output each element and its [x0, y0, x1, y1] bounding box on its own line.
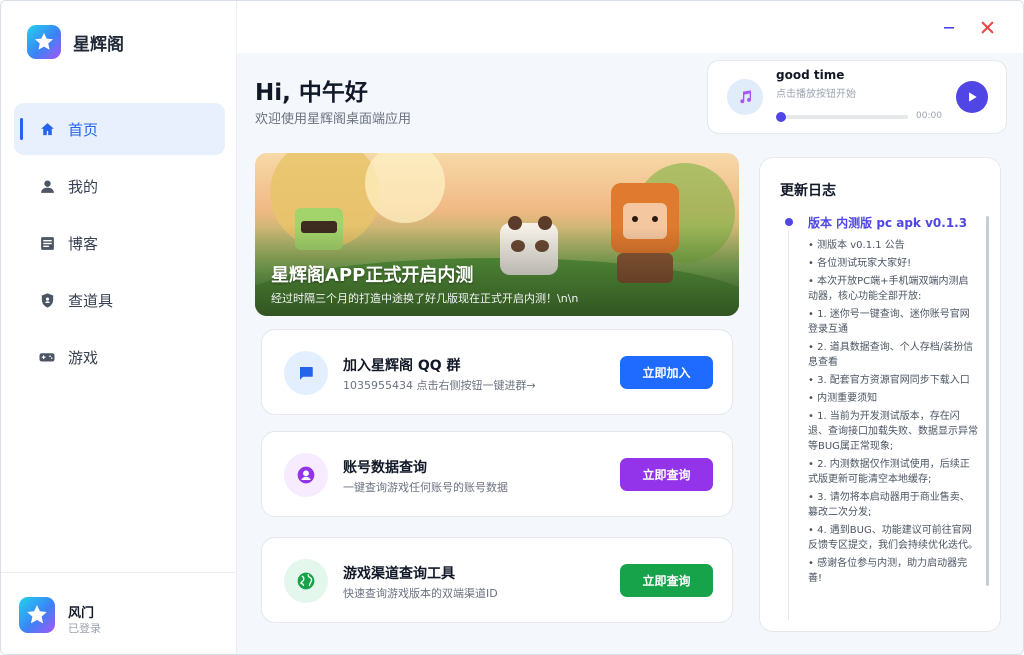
page-subtitle: 欢迎使用星辉阁桌面端应用 [255, 112, 412, 127]
channel-query-card: 游戏渠道查询工具 快速查询游戏版本的双端渠道ID 立即查询 [261, 537, 733, 623]
user-icon [38, 177, 56, 195]
list-item: • 3. 配套官方资源官网同步下载入口 [808, 375, 970, 386]
list-item: • 内测重要须知 [808, 393, 878, 404]
account-query-button[interactable]: 立即查询 [620, 458, 713, 491]
avatar [19, 597, 55, 633]
changelog-panel: 更新日志 版本 内测版 pc apk v0.1.3 • 测版本 v0.1.1 公… [759, 157, 1001, 632]
timeline-dot [785, 218, 793, 226]
join-group-button[interactable]: 立即加入 [620, 356, 713, 389]
channel-query-button[interactable]: 立即查询 [620, 564, 713, 597]
play-icon [969, 92, 977, 102]
changelog-version: 版本 内测版 pc apk v0.1.3 [808, 216, 968, 230]
sidebar-item-label: 博客 [68, 234, 99, 253]
account-query-card: 账号数据查询 一键查询游戏任何账号的账号数据 立即查询 [261, 431, 733, 517]
sidebar-item-label: 首页 [68, 120, 99, 139]
list-item: • 各位测试玩家大家好! [808, 258, 912, 269]
playback-time: 00:00 [916, 111, 942, 121]
shield-icon [38, 291, 56, 309]
card-subtitle: 1035955434 点击右侧按钮一键进群→ [343, 379, 536, 392]
qq-group-card: 加入星辉阁 QQ 群 1035955434 点击右侧按钮一键进群→ 立即加入 [261, 329, 733, 415]
app-window: 星辉阁 首页 我的 博客 查道具 游戏 风门 已登录 Hi, 中午好 欢迎使用星… [0, 0, 1024, 655]
list-item: • 2. 道具数据查询、个人存档/装扮信息查看 [808, 342, 974, 368]
app-logo-icon [27, 25, 61, 59]
sidebar-item-blog[interactable]: 博客 [14, 217, 225, 269]
sidebar: 星辉阁 首页 我的 博客 查道具 游戏 风门 已登录 [1, 1, 237, 654]
list-item: • 2. 内测数据仅作测试使用，后续正式版更新可能清空本地缓存; [808, 459, 970, 485]
banner-title: 星辉阁APP正式开启内测 [271, 265, 474, 286]
card-title: 账号数据查询 [343, 460, 427, 476]
globe-icon [284, 559, 328, 603]
list-item: • 1. 当前为开发测试版本，存在闪退、查询接口加载失败、数据显示异常等BUG属… [808, 411, 978, 452]
card-title: 游戏渠道查询工具 [343, 566, 455, 582]
minimize-button[interactable] [937, 15, 961, 39]
sidebar-item-label: 游戏 [68, 348, 99, 367]
song-hint: 点击播放按钮开始 [776, 89, 856, 100]
close-button[interactable] [975, 15, 999, 39]
minimize-icon [944, 27, 954, 29]
timeline-line [788, 230, 789, 620]
music-note-icon [727, 79, 763, 115]
user-panel[interactable]: 风门 已登录 [1, 572, 237, 654]
chat-icon [284, 351, 328, 395]
play-button[interactable] [956, 81, 988, 113]
sidebar-item-home[interactable]: 首页 [14, 103, 225, 155]
sidebar-nav: 首页 我的 博客 查道具 游戏 [14, 103, 225, 388]
song-title: good time [776, 68, 845, 82]
sidebar-item-label: 我的 [68, 177, 99, 196]
changelog-title: 更新日志 [780, 183, 836, 199]
list-item: • 1. 迷你号一键查询、迷你账号官网登录互通 [808, 309, 970, 335]
sidebar-item-items[interactable]: 查道具 [14, 274, 225, 326]
user-name: 风门 [68, 606, 95, 621]
page-title: Hi, 中午好 [255, 80, 368, 106]
account-circle-icon [284, 453, 328, 497]
app-name: 星辉阁 [73, 34, 124, 55]
card-subtitle: 快速查询游戏版本的双端渠道ID [343, 587, 498, 600]
scrollbar[interactable] [986, 216, 989, 586]
title-bar [237, 1, 1023, 53]
card-subtitle: 一键查询游戏任何账号的账号数据 [343, 481, 508, 494]
blog-icon [38, 234, 56, 252]
music-player: good time 点击播放按钮开始 00:00 [707, 60, 1007, 134]
list-item: • 测版本 v0.1.1 公告 [808, 240, 905, 251]
sidebar-item-games[interactable]: 游戏 [14, 331, 225, 383]
card-title: 加入星辉阁 QQ 群 [343, 358, 461, 374]
changelog-list: • 测版本 v0.1.1 公告 • 各位测试玩家大家好! • 本次开放PC端+手… [808, 238, 978, 589]
sidebar-item-mine[interactable]: 我的 [14, 160, 225, 212]
close-icon [981, 21, 993, 33]
announcement-banner[interactable]: 星辉阁APP正式开启内测 经过时隔三个月的打造中途换了好几版现在正式开启内测！\… [255, 153, 739, 316]
brand: 星辉阁 [27, 25, 124, 59]
sidebar-item-label: 查道具 [68, 291, 114, 310]
banner-subtitle: 经过时隔三个月的打造中途换了好几版现在正式开启内测！\n\n [271, 292, 579, 305]
list-item: • 4. 遇到BUG、功能建议可前往官网反馈专区提交，我们会持续优化迭代。 [808, 525, 978, 551]
progress-slider[interactable] [776, 112, 908, 122]
list-item: • 感谢各位参与内测，助力启动器完善! [808, 558, 968, 584]
home-icon [38, 120, 56, 138]
login-status: 已登录 [68, 622, 101, 635]
gamepad-icon [38, 348, 56, 366]
list-item: • 3. 请勿将本启动器用于商业售卖、篡改二次分发; [808, 492, 970, 518]
progress-handle[interactable] [776, 112, 786, 122]
list-item: • 本次开放PC端+手机端双端内测启动器，核心功能全部开放: [808, 276, 969, 302]
